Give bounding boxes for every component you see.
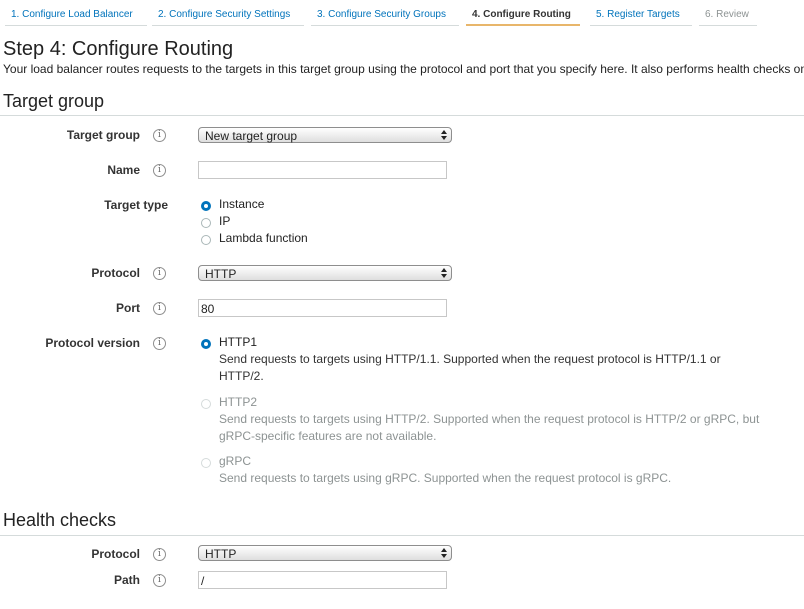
protocol-version-grpc-description: Send requests to targets using gRPC. Sup… xyxy=(219,470,779,487)
protocol-version-label: Protocol version xyxy=(45,336,140,350)
protocol-version-http1-label[interactable]: HTTP1 xyxy=(219,335,257,349)
protocol-version-http2-radio xyxy=(201,399,211,409)
wizard-tab-review: 6. Review xyxy=(699,0,757,26)
wizard-tab-register-targets[interactable]: 5. Register Targets xyxy=(590,0,692,26)
info-icon[interactable]: i xyxy=(153,164,166,177)
protocol-version-http1-description: Send requests to targets using HTTP/1.1.… xyxy=(219,351,779,385)
protocol-version-http2-desc-line2: gRPC-specific features are not available… xyxy=(219,429,437,443)
info-icon[interactable]: i xyxy=(153,302,166,315)
target-type-instance-label[interactable]: Instance xyxy=(219,197,264,211)
wizard-tab-configure-security-groups[interactable]: 3. Configure Security Groups xyxy=(311,0,459,26)
target-type-instance-radio[interactable] xyxy=(201,201,211,211)
protocol-version-grpc-radio xyxy=(201,458,211,468)
info-icon[interactable]: i xyxy=(153,129,166,142)
page-title: Step 4: Configure Routing xyxy=(3,38,234,60)
protocol-version-http1-radio[interactable] xyxy=(201,339,211,349)
updown-arrows-icon xyxy=(441,547,447,559)
info-icon[interactable]: i xyxy=(153,574,166,587)
section-heading-health-checks: Health checks xyxy=(3,510,117,530)
wizard-tab-configure-load-balancer[interactable]: 1. Configure Load Balancer xyxy=(5,0,147,26)
protocol-version-http2-desc-line1: Send requests to targets using HTTP/2. S… xyxy=(219,412,760,426)
info-icon[interactable]: i xyxy=(153,337,166,350)
name-label: Name xyxy=(107,163,140,177)
target-group-select[interactable]: New target group xyxy=(198,127,452,143)
port-input[interactable]: 80 xyxy=(198,299,447,317)
target-type-label: Target type xyxy=(104,198,168,212)
section-divider xyxy=(0,535,804,536)
info-icon[interactable]: i xyxy=(153,267,166,280)
protocol-label: Protocol xyxy=(91,266,140,280)
protocol-select-value: HTTP xyxy=(205,267,237,281)
info-icon[interactable]: i xyxy=(153,548,166,561)
section-divider xyxy=(0,115,804,116)
wizard-tab-configure-routing[interactable]: 4. Configure Routing xyxy=(466,0,580,26)
protocol-version-http1-desc-line2: HTTP/2. xyxy=(219,369,264,383)
health-check-path-input[interactable]: / xyxy=(198,571,447,589)
port-label: Port xyxy=(116,301,140,315)
health-check-protocol-select-value: HTTP xyxy=(205,547,237,561)
protocol-select[interactable]: HTTP xyxy=(198,265,452,281)
health-check-protocol-select[interactable]: HTTP xyxy=(198,545,452,561)
protocol-version-http2-description: Send requests to targets using HTTP/2. S… xyxy=(219,411,779,445)
updown-arrows-icon xyxy=(441,129,447,141)
health-check-path-label: Path xyxy=(113,573,140,587)
name-input[interactable] xyxy=(198,161,447,179)
health-check-protocol-label: Protocol xyxy=(91,547,140,561)
wizard-tab-configure-security-settings[interactable]: 2. Configure Security Settings xyxy=(152,0,304,26)
protocol-version-grpc-label: gRPC xyxy=(219,454,252,468)
protocol-version-http1-desc-line1: Send requests to targets using HTTP/1.1.… xyxy=(219,352,721,366)
protocol-version-http2-label: HTTP2 xyxy=(219,395,258,409)
target-group-label: Target group xyxy=(66,128,140,142)
section-heading-target-group: Target group xyxy=(3,91,105,111)
protocol-version-grpc-desc-line1: Send requests to targets using gRPC. Sup… xyxy=(219,471,672,485)
updown-arrows-icon xyxy=(441,267,447,279)
target-type-lambda-radio[interactable] xyxy=(201,235,211,245)
target-group-select-value: New target group xyxy=(205,129,298,143)
page-intro: Your load balancer routes requests to th… xyxy=(3,62,804,76)
target-type-lambda-label[interactable]: Lambda function xyxy=(219,231,308,245)
target-type-ip-radio[interactable] xyxy=(201,218,211,228)
target-type-ip-label[interactable]: IP xyxy=(219,214,230,228)
